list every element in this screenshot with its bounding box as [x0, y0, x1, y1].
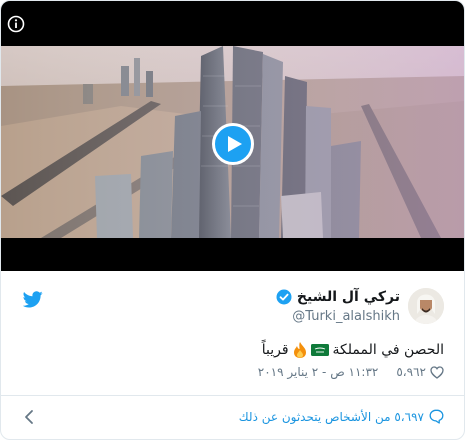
heart-icon	[430, 365, 444, 379]
author-name-row[interactable]: تركي آل الشيخ	[276, 289, 400, 305]
tweet-text-suffix: قريباً	[261, 342, 289, 358]
tweet-body: تركي آل الشيخ @Turki_alalshikh الحصن في …	[1, 271, 464, 439]
like-button[interactable]: ٥،٩٦٢	[396, 365, 444, 379]
play-icon	[228, 136, 242, 152]
tweet-footer[interactable]: ٥،٦٩٧ من الأشخاص يتحدثون عن ذلك	[1, 396, 464, 439]
conversation-link-text[interactable]: ٥،٦٩٧ من الأشخاص يتحدثون عن ذلك	[239, 410, 424, 424]
verified-badge-icon	[276, 289, 292, 305]
play-button[interactable]	[212, 123, 254, 165]
embedded-tweet-card: تركي آل الشيخ @Turki_alalshikh الحصن في …	[0, 0, 465, 440]
speech-bubble-icon	[429, 409, 444, 424]
twitter-bird-icon[interactable]	[22, 291, 43, 308]
video-player[interactable]	[1, 1, 464, 271]
chevron-left-icon[interactable]	[23, 409, 35, 425]
like-count: ٥،٩٦٢	[396, 365, 426, 379]
conversation-link[interactable]: ٥،٦٩٧ من الأشخاص يتحدثون عن ذلك	[239, 409, 444, 424]
tweet-timestamp[interactable]: ١١:٣٢ ص - ٢ يناير ٢٠١٩	[258, 365, 379, 379]
tweet-text-prefix: الحصن في المملكة	[332, 342, 444, 358]
user-handle[interactable]: @Turki_alalshikh	[292, 309, 400, 324]
display-name[interactable]: تركي آل الشيخ	[297, 289, 400, 305]
avatar[interactable]	[408, 288, 444, 324]
tweet-text: الحصن في المملكة قريباً	[262, 342, 444, 358]
tweet-meta: ٥،٩٦٢ ١١:٣٢ ص - ٢ يناير ٢٠١٩	[258, 365, 444, 379]
saudi-flag-icon	[310, 344, 329, 356]
fire-icon	[293, 342, 307, 358]
info-icon[interactable]	[7, 15, 25, 33]
